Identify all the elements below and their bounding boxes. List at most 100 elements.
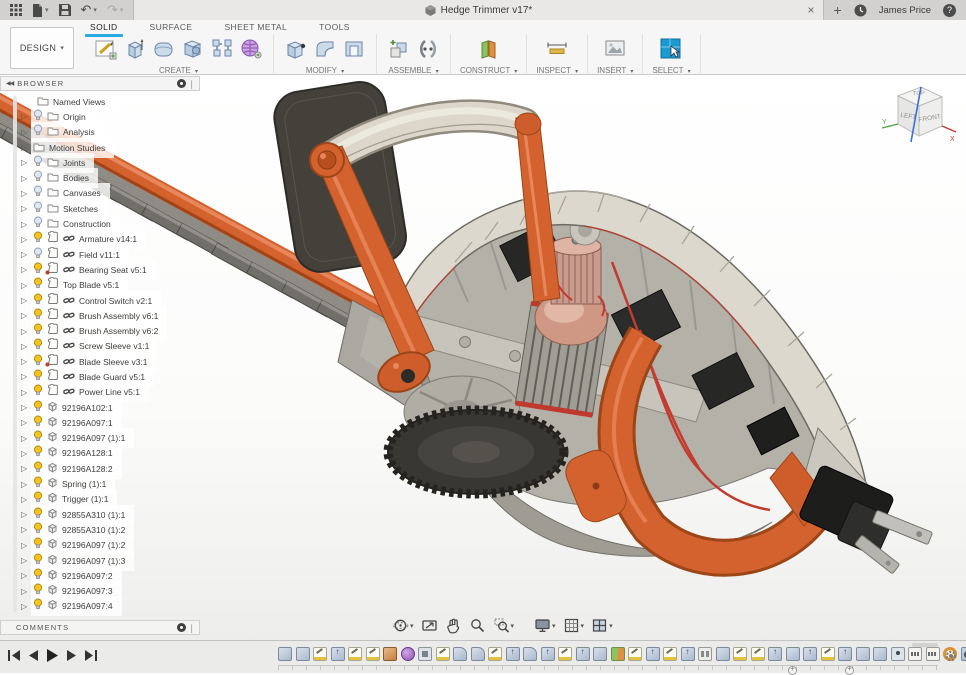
comments-add-icon[interactable] bbox=[177, 623, 186, 632]
step-forward-button[interactable] bbox=[67, 650, 76, 661]
expand-arrow-icon[interactable]: ▷ bbox=[21, 281, 31, 290]
timeline-feature-sketch-icon[interactable] bbox=[733, 647, 747, 661]
expand-arrow-icon[interactable]: ▷ bbox=[21, 143, 31, 152]
timeline-feature-extrude-icon[interactable] bbox=[716, 647, 730, 661]
group-label-assemble[interactable]: ASSEMBLE ▾ bbox=[388, 66, 438, 75]
collapse-panel-icon[interactable]: ◀◀ bbox=[6, 80, 13, 87]
expand-arrow-icon[interactable]: ▷ bbox=[21, 311, 31, 320]
expand-arrow-icon[interactable]: ▷ bbox=[21, 357, 31, 366]
mesh-icon[interactable] bbox=[238, 36, 264, 62]
select-icon[interactable] bbox=[658, 36, 684, 62]
pan-tool-icon[interactable] bbox=[445, 617, 462, 634]
expand-arrow-icon[interactable]: ▷ bbox=[21, 112, 31, 121]
expand-arrow-icon[interactable]: ▷ bbox=[21, 250, 31, 259]
timeline-feature-boxup-icon[interactable] bbox=[803, 647, 817, 661]
view-cube[interactable]: TOP LEFT FRONT Y X bbox=[878, 78, 960, 152]
group-label-construct[interactable]: CONSTRUCT ▾ bbox=[460, 66, 517, 75]
extrude-icon[interactable] bbox=[122, 36, 148, 62]
save-icon[interactable] bbox=[59, 4, 71, 16]
display-settings-tool-icon[interactable]: ▾ bbox=[534, 617, 556, 634]
expand-arrow-icon[interactable]: ▷ bbox=[21, 174, 31, 183]
timeline-feature-extrude-icon[interactable] bbox=[278, 647, 292, 661]
model-viewport[interactable]: TOP LEFT FRONT Y X ◀◀ BROWSER | Named Vi… bbox=[0, 74, 966, 640]
timeline-feature-extrude-icon[interactable] bbox=[296, 647, 310, 661]
browser-visibility-icon[interactable] bbox=[177, 79, 186, 88]
press-pull-icon[interactable] bbox=[283, 36, 309, 62]
expand-arrow-icon[interactable]: ▷ bbox=[21, 495, 31, 504]
viewports-tool-icon[interactable]: ▾ bbox=[591, 617, 613, 634]
timeline-feature-boxup-icon[interactable] bbox=[541, 647, 555, 661]
pipe-icon[interactable] bbox=[209, 36, 235, 62]
timeline-feature-extrude-icon[interactable] bbox=[786, 647, 800, 661]
file-menu-icon[interactable]: ▾ bbox=[32, 4, 49, 17]
timeline-feature-sketch-icon[interactable] bbox=[663, 647, 677, 661]
timeline-feature-mirror-icon[interactable] bbox=[698, 647, 712, 661]
skip-end-button[interactable] bbox=[85, 650, 97, 661]
expand-arrow-icon[interactable]: ▷ bbox=[21, 525, 31, 534]
expand-arrow-icon[interactable]: ▷ bbox=[21, 587, 31, 596]
expand-arrow-icon[interactable]: ▷ bbox=[21, 480, 31, 489]
timeline-feature-sketch-icon[interactable] bbox=[488, 647, 502, 661]
play-button[interactable] bbox=[47, 649, 58, 662]
timeline-feature-pattern-icon[interactable] bbox=[926, 647, 940, 661]
user-name[interactable]: James Price bbox=[879, 5, 931, 16]
timeline-feature-extrude-icon[interactable] bbox=[856, 647, 870, 661]
group-label-modify[interactable]: MODIFY ▾ bbox=[306, 66, 344, 75]
window-zoom-tool-icon[interactable]: ▾ bbox=[493, 617, 515, 634]
timeline-feature-fillet-icon[interactable] bbox=[453, 647, 467, 661]
form-icon[interactable] bbox=[151, 36, 177, 62]
new-tab-icon[interactable]: + bbox=[834, 2, 842, 18]
create-sketch-icon[interactable] bbox=[93, 36, 119, 62]
timeline-feature-form-icon[interactable] bbox=[401, 647, 415, 661]
caret-down-icon[interactable]: ▾ bbox=[410, 622, 414, 630]
expand-arrow-icon[interactable]: ▷ bbox=[21, 220, 31, 229]
undo-icon[interactable]: ↶▾ bbox=[81, 2, 97, 18]
app-grid-icon[interactable] bbox=[10, 4, 22, 16]
help-icon[interactable]: ? bbox=[943, 4, 956, 17]
expand-arrow-icon[interactable]: ▷ bbox=[21, 403, 31, 412]
group-label-create[interactable]: CREATE ▾ bbox=[159, 66, 198, 75]
expand-arrow-icon[interactable]: ▷ bbox=[21, 235, 31, 244]
expand-arrow-icon[interactable]: ▷ bbox=[21, 158, 31, 167]
timeline-feature-sketch-icon[interactable] bbox=[366, 647, 380, 661]
undo-caret[interactable]: ▾ bbox=[93, 6, 97, 14]
redo-caret[interactable]: ▾ bbox=[120, 6, 124, 14]
comments-header[interactable]: COMMENTS | bbox=[0, 620, 200, 635]
expand-arrow-icon[interactable]: ▷ bbox=[21, 372, 31, 381]
visibility-bulb-on-icon[interactable] bbox=[33, 597, 43, 615]
fillet-icon[interactable] bbox=[312, 36, 338, 62]
workspace-selector[interactable]: DESIGN ▾ bbox=[10, 27, 74, 69]
expand-arrow-icon[interactable]: ▷ bbox=[21, 388, 31, 397]
group-label-inspect[interactable]: INSPECT ▾ bbox=[536, 66, 578, 75]
expand-arrow-icon[interactable]: ▷ bbox=[21, 602, 31, 611]
expand-arrow-icon[interactable]: ▷ bbox=[21, 449, 31, 458]
expand-arrow-icon[interactable]: ▷ bbox=[21, 464, 31, 473]
expand-arrow-icon[interactable]: ▷ bbox=[21, 541, 31, 550]
timeline-feature-sketch-icon[interactable] bbox=[348, 647, 362, 661]
expand-arrow-icon[interactable]: ▷ bbox=[21, 204, 31, 213]
timeline-feature-sketch-icon[interactable] bbox=[751, 647, 765, 661]
joint-icon[interactable] bbox=[415, 36, 441, 62]
caret-down-icon[interactable]: ▾ bbox=[581, 622, 585, 630]
measure-icon[interactable] bbox=[544, 36, 570, 62]
timeline-feature-boxup-icon[interactable] bbox=[506, 647, 520, 661]
timeline-feature-sketch-icon[interactable] bbox=[436, 647, 450, 661]
browser-item-named-views[interactable]: Named Views bbox=[0, 94, 200, 109]
step-back-button[interactable] bbox=[29, 650, 38, 661]
caret-down-icon[interactable]: ▾ bbox=[552, 622, 556, 630]
insert-image-icon[interactable] bbox=[602, 36, 628, 62]
expand-arrow-icon[interactable]: ▷ bbox=[21, 327, 31, 336]
browser-resize-handle[interactable]: | bbox=[190, 79, 194, 89]
browser-item-92196a097-4[interactable]: ▷92196A097:4 bbox=[0, 599, 200, 614]
expand-arrow-icon[interactable]: ▷ bbox=[21, 418, 31, 427]
browser-item-motion-studies[interactable]: ▷Motion Studies bbox=[0, 140, 200, 155]
shell-icon[interactable] bbox=[341, 36, 367, 62]
timeline-feature-sketch-icon[interactable] bbox=[313, 647, 327, 661]
timeline-expand-group-icon[interactable]: + bbox=[845, 666, 854, 675]
expand-arrow-icon[interactable]: ▷ bbox=[21, 265, 31, 274]
expand-arrow-icon[interactable]: ▷ bbox=[21, 128, 31, 137]
timeline-feature-fillet-icon[interactable] bbox=[471, 647, 485, 661]
timeline-feature-extrude-icon[interactable] bbox=[593, 647, 607, 661]
timeline-settings-gear-icon[interactable] bbox=[944, 649, 958, 668]
timeline-feature-pin-icon[interactable] bbox=[891, 647, 905, 661]
